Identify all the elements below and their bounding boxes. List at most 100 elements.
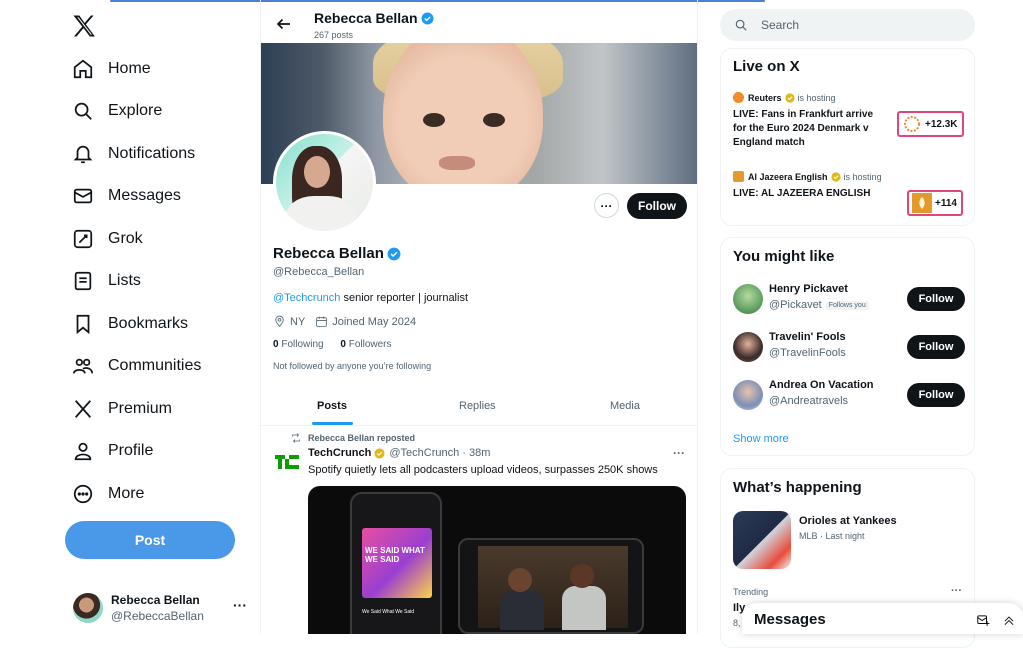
reuters-icon (733, 92, 744, 103)
account-switcher[interactable]: Rebecca Bellan @RebeccaBellan ··· (73, 591, 253, 625)
video-person-2 (562, 586, 606, 630)
video-person-1 (500, 590, 544, 630)
live-count: +12.3K (925, 118, 958, 130)
messages-drawer[interactable]: Messages (742, 603, 1023, 634)
banner-eye-right (483, 113, 505, 127)
following-link[interactable]: 0 Following (273, 339, 324, 350)
nav-bookmarks[interactable]: Bookmarks (72, 310, 188, 338)
tweet-media[interactable]: WE SAID WHAT WE SAID We Said What We Sai… (308, 486, 686, 634)
location-pin-icon (275, 315, 284, 328)
nav-explore[interactable]: Explore (72, 97, 162, 125)
followers-count: 0 (340, 339, 346, 350)
suggest-handle: @Pickavet (769, 299, 822, 311)
show-more-link[interactable]: Show more (733, 433, 789, 445)
live-host-line: Al Jazeera English is hosting (733, 171, 888, 182)
avatar-body (286, 196, 356, 231)
live-listener-badge[interactable]: +12.3K (897, 111, 964, 137)
tweet-more-icon[interactable]: ··· (673, 446, 685, 460)
tab-posts[interactable]: Posts (317, 400, 347, 412)
search-input[interactable] (761, 18, 941, 32)
home-icon (73, 59, 93, 79)
live-item[interactable]: Reuters is hosting LIVE: Fans in Frankfu… (733, 92, 888, 150)
search-box[interactable] (720, 9, 975, 41)
follow-button[interactable]: Follow (907, 335, 965, 359)
following-count: 0 (273, 339, 279, 350)
avatar (733, 332, 763, 362)
chevron-up-icon[interactable] (1002, 613, 1016, 627)
nav-communities[interactable]: Communities (72, 352, 201, 380)
trend-more-icon[interactable]: ··· (951, 585, 962, 597)
nav-more[interactable]: More (72, 480, 144, 508)
follow-button[interactable]: Follow (627, 193, 687, 219)
nav-label: Lists (108, 272, 141, 289)
bell-icon (73, 145, 93, 164)
suggest-handle-row: @TravelinFools (769, 347, 846, 359)
left-nav: Home Explore Notifications Messages Grok… (0, 0, 260, 634)
profile-bio: @Techcrunch senior reporter | journalist (273, 292, 468, 304)
nav-home[interactable]: Home (72, 55, 151, 83)
suggest-name: Andrea On Vacation (769, 379, 874, 391)
avatar-face (304, 156, 330, 188)
live-listener-badge[interactable]: +114 (907, 190, 963, 216)
followers-link[interactable]: 0 Followers (340, 339, 391, 350)
grok-icon (73, 229, 93, 249)
nav-grok[interactable]: Grok (72, 225, 143, 253)
person-icon (74, 442, 92, 461)
back-arrow-icon[interactable] (275, 15, 293, 33)
event-title[interactable]: Orioles at Yankees (799, 515, 897, 527)
nav-profile[interactable]: Profile (72, 437, 153, 465)
calendar-icon (316, 316, 328, 327)
suggest-handle: @TravelinFools (769, 347, 846, 359)
event-thumbnail[interactable] (733, 511, 791, 569)
header-post-count: 267 posts (314, 30, 354, 40)
al-jazeera-logo-icon (912, 193, 932, 213)
nav-lists[interactable]: Lists (72, 267, 141, 295)
phone-portrait: WE SAID WHAT WE SAID We Said What We Sai… (350, 492, 442, 634)
gold-verified-icon (784, 92, 795, 103)
al-jazeera-icon (733, 171, 744, 182)
search-icon (74, 102, 92, 120)
profile-column: Rebecca Bellan 267 posts ··· Follow Rebe… (260, 0, 698, 634)
messages-drawer-title: Messages (754, 611, 826, 628)
reuters-logo-icon (904, 116, 920, 132)
profile-avatar[interactable] (273, 131, 376, 234)
follow-button[interactable]: Follow (907, 383, 965, 407)
x-logo-icon[interactable] (70, 12, 98, 40)
techcrunch-logo-icon[interactable] (274, 449, 300, 475)
tab-replies[interactable]: Replies (459, 400, 496, 412)
suggest-user[interactable]: Andrea On Vacation @Andreatravels Follow (733, 379, 965, 413)
suggest-user[interactable]: Henry Pickavet @Pickavet Follows you Foll… (733, 283, 965, 317)
suggest-handle-row: @Pickavet Follows you (769, 299, 869, 311)
bio-mention-link[interactable]: @Techcrunch (273, 292, 340, 304)
follow-button[interactable]: Follow (907, 287, 965, 311)
profile-more-button[interactable]: ··· (594, 193, 619, 218)
video-head-1 (508, 568, 532, 592)
tweet-author[interactable]: TechCrunch (308, 447, 371, 459)
suggest-user[interactable]: Travelin' Fools @TravelinFools Follow (733, 331, 965, 365)
search-icon (735, 19, 747, 31)
header-title: Rebecca Bellan (314, 10, 434, 26)
nav-notifications[interactable]: Notifications (72, 140, 195, 168)
live-item[interactable]: Al Jazeera English is hosting LIVE: AL J… (733, 171, 888, 201)
nav-premium[interactable]: Premium (72, 395, 172, 423)
new-message-icon[interactable] (976, 613, 990, 627)
profile-joined: Joined May 2024 (332, 315, 417, 328)
gold-verified-icon (374, 447, 385, 459)
tab-media[interactable]: Media (610, 400, 640, 412)
nav-label: Bookmarks (108, 315, 189, 332)
nav-label: Messages (108, 187, 181, 204)
live-count: +114 (935, 197, 957, 209)
live-host: Al Jazeera English (748, 171, 828, 182)
post-button[interactable]: Post (65, 521, 235, 559)
account-more-icon[interactable]: ··· (233, 597, 247, 613)
episode-title: We Said What We Said (362, 609, 415, 615)
nav-messages[interactable]: Messages (72, 182, 181, 210)
header-name: Rebecca Bellan (314, 10, 418, 26)
repost-indicator: Rebecca Bellan reposted (290, 432, 415, 444)
profile-handle: @Rebecca_Bellan (273, 266, 365, 278)
repost-icon (292, 433, 300, 443)
verified-badge-icon (387, 247, 401, 260)
suggest-title: You might like (733, 248, 835, 265)
repost-text: Rebecca Bellan reposted (308, 433, 416, 443)
live-host-line: Reuters is hosting (733, 92, 888, 103)
